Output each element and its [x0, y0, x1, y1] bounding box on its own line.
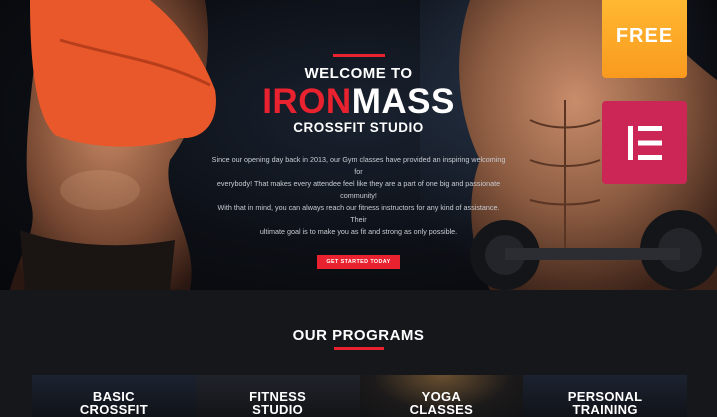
- elementor-badge: [602, 101, 687, 184]
- program-card-fitness-studio[interactable]: FITNESS STUDIO: [195, 375, 360, 417]
- accent-divider: [332, 54, 385, 57]
- card-label-line: CLASSES: [409, 401, 474, 417]
- programs-heading: OUR PROGRAMS: [292, 327, 425, 344]
- program-card-label: YOGA CLASSES: [360, 390, 524, 417]
- get-started-button[interactable]: GET STARTED TODAY: [317, 255, 400, 269]
- intro-line: everybody! That makes every attendee fee…: [216, 179, 501, 200]
- brand-title: IRONMASS: [200, 84, 517, 120]
- program-card-label: FITNESS STUDIO: [196, 390, 360, 417]
- intro-line: With that in mind, you can always reach …: [217, 203, 500, 224]
- woman-athlete-image: [10, 0, 216, 290]
- program-card-label: BASIC CROSSFIT: [32, 390, 196, 417]
- elementor-icon: [627, 125, 662, 160]
- hero-intro-text: Since our opening day back in 2013, our …: [209, 154, 509, 238]
- card-label-line: CROSSFIT: [79, 401, 148, 417]
- brand-title-white: MASS: [351, 82, 455, 121]
- program-card-personal-training[interactable]: PERSONAL TRAINING: [523, 375, 687, 417]
- program-cards: BASIC CROSSFIT FITNESS STUDIO YOGA CLASS…: [32, 375, 687, 417]
- welcome-heading: WELCOME TO: [304, 65, 413, 82]
- card-label-line: STUDIO: [252, 401, 304, 417]
- intro-line: Since our opening day back in 2013, our …: [211, 155, 506, 176]
- hero-subtitle: CROSSFIT STUDIO: [293, 120, 424, 135]
- programs-divider: [334, 347, 384, 350]
- card-label-line: TRAINING: [572, 401, 638, 417]
- programs-section: OUR PROGRAMS BASIC CROSSFIT FITNESS STUD…: [0, 290, 717, 417]
- intro-line: ultimate goal is to make you as fit and …: [259, 227, 458, 236]
- program-card-basic-crossfit[interactable]: BASIC CROSSFIT: [32, 375, 196, 417]
- free-badge: FREE: [602, 0, 687, 78]
- program-card-label: PERSONAL TRAINING: [523, 390, 687, 417]
- program-card-yoga-classes[interactable]: YOGA CLASSES: [359, 375, 524, 417]
- brand-title-red: IRON: [262, 82, 352, 121]
- hero-content: WELCOME TO IRONMASS CROSSFIT STUDIO Sinc…: [200, 54, 517, 269]
